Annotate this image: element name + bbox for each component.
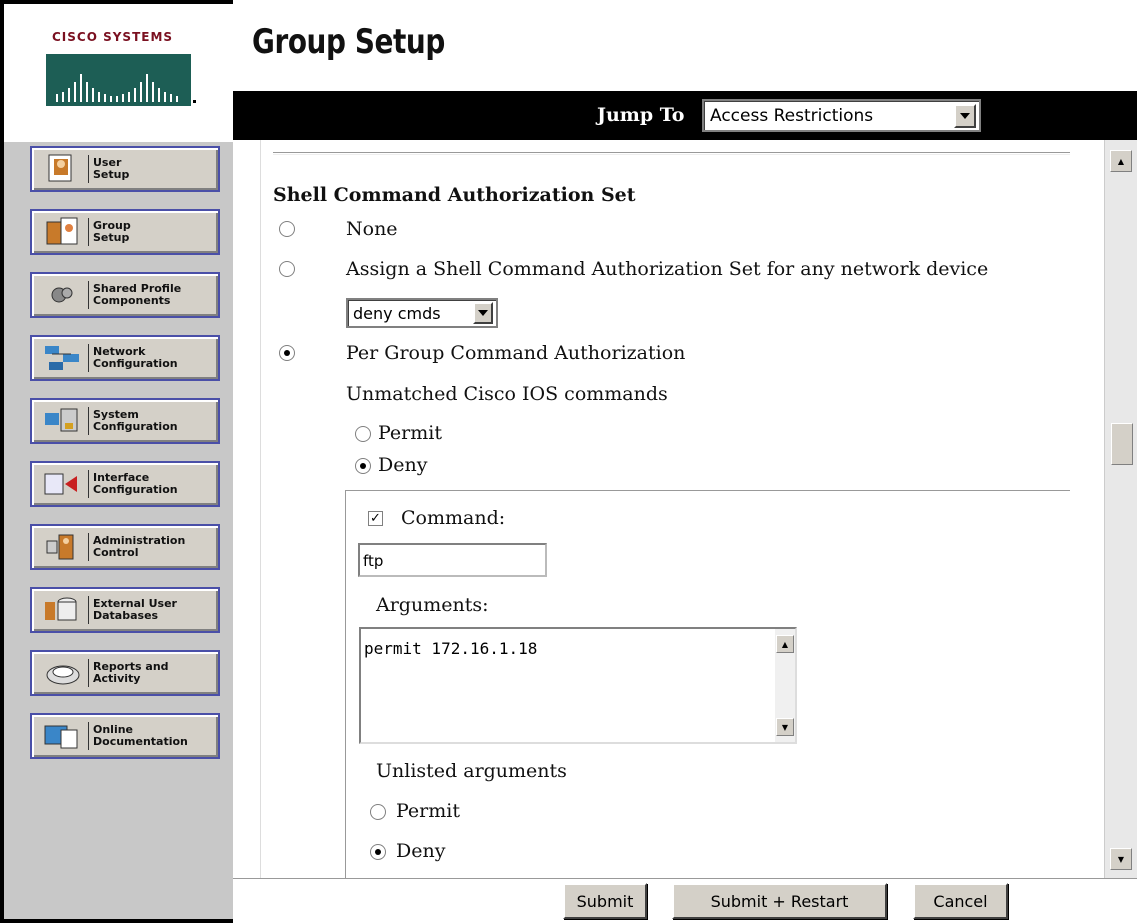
chevron-down-icon[interactable] bbox=[954, 103, 976, 128]
shell-set-select[interactable]: deny cmds bbox=[346, 298, 498, 328]
nav-label: Administration Control bbox=[93, 534, 186, 559]
scroll-down-icon[interactable]: ▼ bbox=[1110, 848, 1132, 870]
documentation-icon bbox=[40, 718, 86, 754]
arguments-text: permit 172.16.1.18 bbox=[364, 639, 538, 658]
command-label: Command: bbox=[401, 507, 506, 529]
unmatched-deny-label: Deny bbox=[378, 454, 428, 476]
reports-icon bbox=[40, 655, 86, 691]
command-checkbox[interactable]: ✓ bbox=[368, 511, 383, 526]
content-gutter bbox=[233, 140, 261, 878]
nav-reports-activity[interactable]: Reports and Activity bbox=[30, 650, 220, 696]
nav-user-setup[interactable]: User Setup bbox=[30, 146, 220, 192]
unlisted-deny-label: Deny bbox=[396, 840, 446, 862]
radio-none[interactable] bbox=[279, 221, 295, 237]
arguments-label: Arguments: bbox=[376, 594, 489, 616]
radio-unlisted-deny[interactable] bbox=[370, 844, 386, 860]
submit-button[interactable]: Submit bbox=[563, 883, 647, 919]
external-db-icon bbox=[40, 592, 86, 628]
nav-label: Group Setup bbox=[93, 219, 131, 244]
logo-area: Cisco Systems bbox=[4, 4, 233, 142]
jump-bar: Jump To Access Restrictions bbox=[233, 91, 1137, 140]
nav-label: System Configuration bbox=[93, 408, 178, 433]
shell-set-value: deny cmds bbox=[353, 303, 441, 323]
scroll-up-icon[interactable]: ▲ bbox=[1110, 150, 1132, 172]
left-panel: Cisco Systems User Set bbox=[0, 0, 233, 923]
cisco-bridge-logo bbox=[46, 54, 196, 106]
nav-label: Network Configuration bbox=[93, 345, 178, 370]
user-setup-icon bbox=[40, 151, 86, 187]
network-config-icon bbox=[40, 340, 86, 376]
radio-unlisted-permit[interactable] bbox=[370, 804, 386, 820]
unmatched-commands-label: Unmatched Cisco IOS commands bbox=[346, 383, 668, 405]
nav-external-user-databases[interactable]: External User Databases bbox=[30, 587, 220, 633]
arguments-scrollbar[interactable]: ▲ ▼ bbox=[775, 629, 795, 742]
nav-online-documentation[interactable]: Online Documentation bbox=[30, 713, 220, 759]
section-title: Shell Command Authorization Set bbox=[273, 184, 636, 206]
nav-label: Shared Profile Components bbox=[93, 282, 182, 307]
radio-unmatched-deny[interactable] bbox=[355, 458, 371, 474]
radio-assign-set[interactable] bbox=[279, 261, 295, 277]
main-content: Shell Command Authorization Set None Ass… bbox=[233, 140, 1104, 878]
nav-label: Online Documentation bbox=[93, 723, 188, 748]
nav-label: External User Databases bbox=[93, 597, 177, 622]
nav-menu: User Setup Group Setup Shared Profile Co… bbox=[30, 146, 220, 776]
option-assign-label: Assign a Shell Command Authorization Set… bbox=[346, 258, 989, 280]
nav-label: User Setup bbox=[93, 156, 130, 181]
option-per-group-label: Per Group Command Authorization bbox=[346, 342, 686, 364]
nav-group-setup[interactable]: Group Setup bbox=[30, 209, 220, 255]
nav-administration-control[interactable]: Administration Control bbox=[30, 524, 220, 570]
cisco-logo-text: Cisco Systems bbox=[52, 30, 174, 44]
unmatched-permit-label: Permit bbox=[378, 422, 442, 444]
chevron-down-icon[interactable] bbox=[473, 302, 493, 324]
option-none-label: None bbox=[346, 218, 398, 240]
nav-shared-profile[interactable]: Shared Profile Components bbox=[30, 272, 220, 318]
nav-system-configuration[interactable]: System Configuration bbox=[30, 398, 220, 444]
admin-control-icon bbox=[40, 529, 86, 565]
page-title: Group Setup bbox=[252, 22, 445, 62]
scroll-down-icon[interactable]: ▼ bbox=[776, 718, 794, 736]
shared-profile-icon bbox=[40, 277, 86, 313]
jump-to-label: Jump To bbox=[597, 104, 685, 126]
main-scrollbar[interactable]: ▲ ▼ bbox=[1104, 140, 1137, 878]
scroll-up-icon[interactable]: ▲ bbox=[776, 635, 794, 653]
scroll-thumb[interactable] bbox=[1111, 423, 1133, 465]
arguments-textarea[interactable]: permit 172.16.1.18 ▲ ▼ bbox=[359, 627, 797, 744]
nav-interface-configuration[interactable]: Interface Configuration bbox=[30, 461, 220, 507]
cancel-button[interactable]: Cancel bbox=[913, 883, 1008, 919]
nav-network-configuration[interactable]: Network Configuration bbox=[30, 335, 220, 381]
bottom-button-bar: Submit Submit + Restart Cancel bbox=[233, 878, 1137, 923]
radio-per-group[interactable] bbox=[279, 345, 295, 361]
command-input[interactable]: ftp bbox=[358, 543, 547, 577]
unlisted-arguments-label: Unlisted arguments bbox=[376, 760, 567, 782]
system-config-icon bbox=[40, 403, 86, 439]
radio-unmatched-permit[interactable] bbox=[355, 426, 371, 442]
unlisted-permit-label: Permit bbox=[396, 800, 460, 822]
interface-config-icon bbox=[40, 466, 86, 502]
section-divider bbox=[273, 152, 1070, 155]
nav-label: Reports and Activity bbox=[93, 660, 169, 685]
nav-label: Interface Configuration bbox=[93, 471, 178, 496]
group-setup-icon bbox=[40, 214, 86, 250]
jump-to-value: Access Restrictions bbox=[710, 105, 874, 126]
submit-restart-button[interactable]: Submit + Restart bbox=[672, 883, 887, 919]
jump-to-select[interactable]: Access Restrictions bbox=[702, 99, 981, 132]
